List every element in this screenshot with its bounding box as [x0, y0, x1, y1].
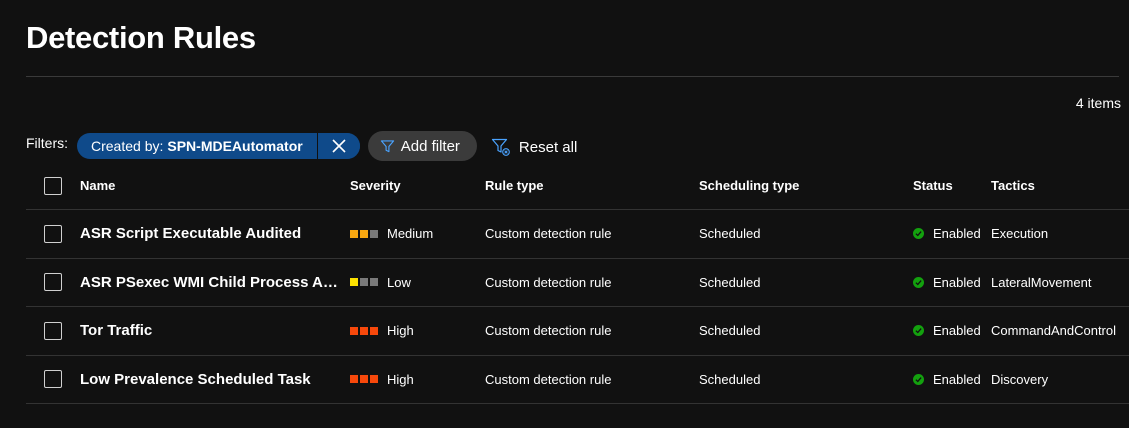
table-row[interactable]: ASR Script Executable Audited Medium Cus…: [26, 210, 1129, 259]
title-divider: [26, 76, 1119, 77]
rule-type-cell: Custom detection rule: [485, 371, 612, 387]
rule-name[interactable]: ASR PSexec WMI Child Process Au...: [80, 274, 342, 291]
severity-indicator: [350, 326, 378, 335]
row-checkbox[interactable]: [44, 224, 62, 243]
rule-name-cell[interactable]: ASR PSexec WMI Child Process Au...: [80, 259, 342, 307]
severity-bar: [360, 375, 368, 384]
column-header-status[interactable]: Status: [913, 162, 993, 209]
row-select-cell: [44, 356, 64, 404]
rule-name[interactable]: Tor Traffic: [80, 322, 152, 339]
table-row[interactable]: ASR PSexec WMI Child Process Au... Low C…: [26, 259, 1129, 307]
severity-bar: [350, 229, 358, 238]
active-filter-pill[interactable]: Created by: SPN-MDEAutomator: [77, 133, 360, 159]
rule-type-cell: Custom detection rule: [485, 226, 612, 242]
tactics-cell: LateralMovement: [991, 274, 1092, 290]
filter-reset-icon: [491, 138, 510, 156]
close-icon: [332, 139, 346, 153]
table-header-row: Name Severity Rule type Scheduling type …: [26, 162, 1129, 210]
rule-name-cell[interactable]: Low Prevalence Scheduled Task: [80, 356, 342, 404]
table-row[interactable]: Low Prevalence Scheduled Task High Custo…: [26, 356, 1129, 404]
check-circle-icon: [913, 373, 924, 385]
filters-bar: Filters: Created by: SPN-MDEAutomator Ad…: [26, 131, 577, 161]
column-header-scheduling-type[interactable]: Scheduling type: [699, 162, 899, 209]
active-filter-text[interactable]: Created by: SPN-MDEAutomator: [77, 133, 317, 159]
rule-name-cell[interactable]: ASR Script Executable Audited: [80, 210, 342, 258]
row-select-cell: [44, 307, 64, 355]
row-checkbox[interactable]: [44, 273, 62, 292]
tactics-cell: Discovery: [991, 371, 1049, 387]
column-header-name[interactable]: Name: [80, 162, 342, 209]
severity-indicator: [350, 375, 378, 384]
status-cell: Enabled: [913, 356, 993, 404]
rule-type-cell: Custom detection rule: [485, 274, 612, 290]
reset-all-label: Reset all: [518, 138, 578, 156]
severity-indicator: [350, 229, 378, 238]
column-header-tactics[interactable]: Tactics: [991, 162, 1129, 209]
rule-name[interactable]: Low Prevalence Scheduled Task: [80, 371, 311, 388]
severity-bar: [360, 278, 368, 287]
rule-name-cell[interactable]: Tor Traffic: [80, 307, 342, 355]
detection-rules-page: Detection Rules 4 items Filters: Created…: [0, 0, 1129, 428]
check-circle-icon: [913, 228, 924, 240]
scheduling-type-cell: Scheduled: [699, 226, 761, 242]
severity-bar: [350, 326, 358, 335]
active-filter-key: Created by:: [91, 138, 164, 154]
severity-label: High: [387, 371, 414, 387]
severity-label: Low: [387, 274, 411, 290]
remove-filter-button[interactable]: [316, 133, 360, 159]
filter-icon: [380, 139, 394, 152]
row-select-cell: [44, 259, 64, 307]
severity-bar: [370, 375, 378, 384]
severity-bar: [360, 229, 368, 238]
row-select-cell: [44, 210, 64, 258]
scheduling-type-cell: Scheduled: [699, 274, 761, 290]
severity-bar: [370, 326, 378, 335]
status-label: Enabled: [933, 226, 981, 242]
severity-cell: Low: [350, 259, 480, 307]
status-label: Enabled: [933, 274, 981, 290]
item-count: 4 items: [1075, 95, 1121, 111]
check-circle-icon: [913, 325, 924, 337]
severity-bar: [370, 278, 378, 287]
status-label: Enabled: [933, 323, 981, 339]
rule-type-cell: Custom detection rule: [485, 323, 612, 339]
severity-label: Medium: [387, 226, 434, 242]
column-header-severity[interactable]: Severity: [350, 162, 480, 209]
add-filter-label: Add filter: [400, 137, 460, 155]
severity-bar: [350, 278, 358, 287]
column-header-rule-type[interactable]: Rule type: [485, 162, 685, 209]
severity-bar: [360, 326, 368, 335]
severity-cell: High: [350, 307, 480, 355]
active-filter-value: SPN-MDEAutomator: [167, 138, 303, 154]
severity-bar: [370, 229, 378, 238]
row-checkbox[interactable]: [44, 321, 62, 340]
reset-all-button[interactable]: Reset all: [491, 132, 577, 162]
severity-label: High: [387, 323, 414, 339]
severity-bar: [350, 375, 358, 384]
status-label: Enabled: [933, 371, 981, 387]
detection-rules-table: Name Severity Rule type Scheduling type …: [26, 162, 1129, 404]
add-filter-button[interactable]: Add filter: [367, 131, 477, 161]
select-all-checkbox[interactable]: [44, 176, 62, 195]
tactics-cell: CommandAndControl: [991, 323, 1117, 339]
severity-indicator: [350, 278, 378, 287]
table-row[interactable]: Tor Traffic High Custom detection rule S…: [26, 307, 1129, 356]
severity-cell: High: [350, 356, 480, 404]
filters-label: Filters:: [26, 135, 68, 151]
rule-name[interactable]: ASR Script Executable Audited: [80, 225, 301, 242]
scheduling-type-cell: Scheduled: [699, 323, 761, 339]
check-circle-icon: [913, 276, 924, 288]
scheduling-type-cell: Scheduled: [699, 371, 761, 387]
status-cell: Enabled: [913, 210, 993, 258]
severity-cell: Medium: [350, 210, 480, 258]
select-all-cell: [44, 162, 64, 209]
status-cell: Enabled: [913, 307, 993, 355]
status-cell: Enabled: [913, 259, 993, 307]
page-title: Detection Rules: [26, 20, 256, 55]
row-checkbox[interactable]: [44, 370, 62, 389]
tactics-cell: Execution: [991, 226, 1049, 242]
